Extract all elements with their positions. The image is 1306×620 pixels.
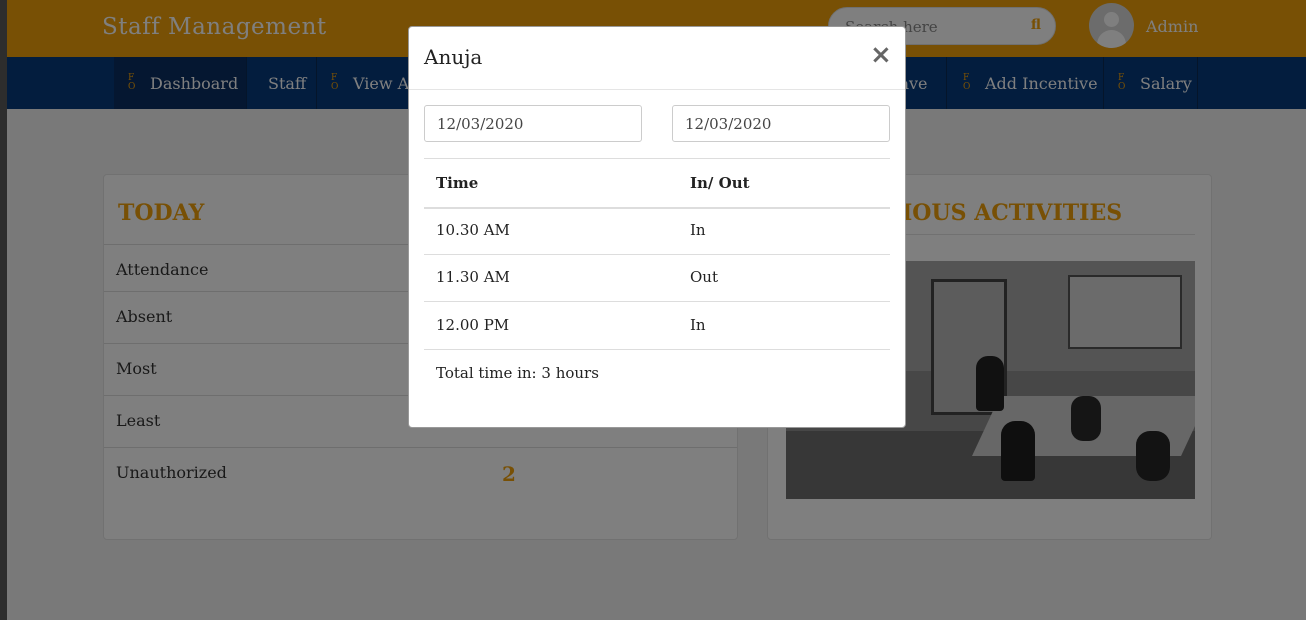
date-to-input[interactable] [672, 105, 890, 142]
time-cell: 12.00 PM [436, 316, 510, 334]
table-row: 12.00 PM In [424, 302, 890, 350]
table-header: Time In/ Out [424, 158, 890, 209]
date-from-input[interactable] [424, 105, 642, 142]
close-icon[interactable]: × [870, 40, 892, 70]
modal-header: Anuja × [409, 27, 905, 90]
status-cell: Out [690, 268, 718, 286]
column-header-time: Time [436, 174, 479, 192]
time-cell: 10.30 AM [436, 221, 510, 239]
table-row: 11.30 AM Out [424, 254, 890, 302]
attendance-modal: Anuja × Time In/ Out 10.30 AM In 11.30 A… [408, 26, 906, 428]
status-cell: In [690, 316, 706, 334]
modal-title: Anuja [424, 45, 483, 69]
total-time-text: Total time in: 3 hours [436, 364, 599, 382]
status-cell: In [690, 221, 706, 239]
table-row: 10.30 AM In [424, 207, 890, 255]
column-header-in-out: In/ Out [690, 174, 750, 192]
time-cell: 11.30 AM [436, 268, 510, 286]
